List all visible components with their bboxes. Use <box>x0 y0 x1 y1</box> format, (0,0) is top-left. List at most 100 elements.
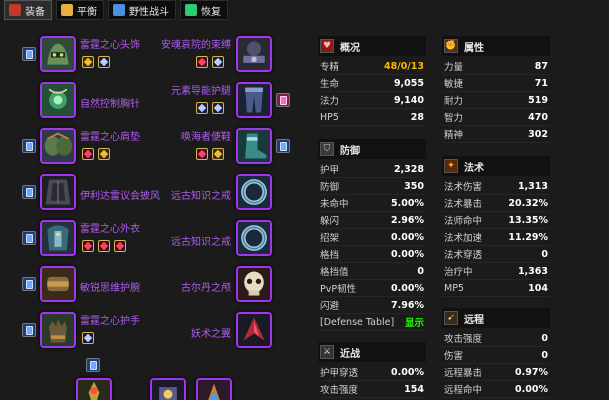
enchant-icon[interactable] <box>22 323 36 337</box>
gem-socket[interactable] <box>196 148 208 160</box>
fist-icon: ✊ <box>444 39 458 53</box>
stat-rows: 专精 48/0/13 生命 9,055 法力 9,140 HP5 28 <box>318 58 426 126</box>
stat-value: 0 <box>417 265 424 277</box>
gear-slot-trinket-1[interactable] <box>236 266 272 302</box>
skull-trinket-icon <box>238 268 270 300</box>
stat-row: 敏捷 71 <box>442 75 550 92</box>
stat-label: 伤害 <box>444 351 464 362</box>
stat-row: 护甲 2,328 <box>318 161 426 178</box>
stat-row: 法力 9,140 <box>318 92 426 109</box>
gem-socket[interactable] <box>82 56 94 68</box>
enchant-icon[interactable] <box>276 139 290 153</box>
stat-label: 躲闪 <box>320 216 340 227</box>
enchant-icon[interactable] <box>86 358 100 372</box>
stat-row: 法术伤害 1,313 <box>442 178 550 195</box>
wing-trinket-icon <box>238 314 270 346</box>
restoration-icon <box>185 4 197 16</box>
gear-name[interactable]: 雷霆之心护手 <box>80 312 140 327</box>
stat-label: 闪避 <box>320 301 340 312</box>
stat-row: 躲闪 2.96% <box>318 212 426 229</box>
gear-name[interactable]: 雷霆之心肩垫 <box>80 128 140 143</box>
gear-slot-neck[interactable] <box>40 82 76 118</box>
stat-row: 法师命中 13.35% <box>442 212 550 229</box>
gem-socket[interactable] <box>196 56 208 68</box>
gear-name[interactable]: 妖术之翼 <box>191 325 231 340</box>
gear-slot-trinket-2[interactable] <box>236 312 272 348</box>
stat-row: 远程命中 0.00% <box>442 381 550 398</box>
gear-name[interactable]: 伊利达雷议会披风 <box>80 187 160 202</box>
gear-name[interactable]: 敏锐思维护腕 <box>80 279 140 294</box>
panel-header: ✦ 法术 <box>442 156 550 176</box>
gem-socket[interactable] <box>98 56 110 68</box>
stat-row: 力量 87 <box>442 58 550 75</box>
gear-name[interactable]: 远古知识之戒 <box>171 233 231 248</box>
tab-restoration[interactable]: 恢复 <box>180 0 228 20</box>
stat-value: 0.00% <box>391 282 424 294</box>
gear-slot-head[interactable] <box>40 36 76 72</box>
helm-icon <box>42 38 74 70</box>
stat-label: 护甲 <box>320 165 340 176</box>
stat-label: 未命中 <box>320 199 349 210</box>
gear-slot-relic[interactable] <box>196 378 232 400</box>
stat-row: 未命中 5.00% <box>318 195 426 212</box>
gear-name[interactable]: 远古知识之戒 <box>171 187 231 202</box>
stat-value: 5.00% <box>391 197 424 209</box>
gear-slot-back[interactable] <box>40 174 76 210</box>
shoulder-icon <box>42 130 74 162</box>
gear-name[interactable]: 元素导能护腿 <box>171 82 231 97</box>
enchant-icon[interactable] <box>22 277 36 291</box>
gear-slot-waist[interactable] <box>236 36 272 72</box>
stat-row: 攻击强度 0 <box>442 330 550 347</box>
enchant-icon[interactable] <box>22 47 36 61</box>
gem-socket[interactable] <box>212 148 224 160</box>
gear-slot-finger-1[interactable] <box>236 174 272 210</box>
gear-slot-feet[interactable] <box>236 128 272 164</box>
gear-slot-chest[interactable] <box>40 220 76 256</box>
gear-name[interactable]: 安魂哀院的束缚 <box>161 36 231 51</box>
gear-name[interactable]: 唤海者便鞋 <box>181 128 231 143</box>
gem-socket[interactable] <box>98 148 110 160</box>
stat-rows: 攻击强度 0 伤害 0 远程暴击 0.97% 远程命中 0.00% <box>442 330 550 398</box>
stat-value: 28 <box>410 111 424 123</box>
gem-socket[interactable] <box>212 56 224 68</box>
gear-slot-finger-2[interactable] <box>236 220 272 256</box>
gear-slot-shoulder[interactable] <box>40 128 76 164</box>
gem-socket[interactable] <box>196 102 208 114</box>
gem-socket[interactable] <box>212 102 224 114</box>
enchant-icon[interactable] <box>276 93 290 107</box>
tab-feral[interactable]: 野性战斗 <box>108 0 176 20</box>
stat-row: 耐力 519 <box>442 92 550 109</box>
stat-label: 敏捷 <box>444 79 464 90</box>
stat-label: 攻击强度 <box>320 385 359 396</box>
gear-name[interactable]: 雷霆之心头饰 <box>80 36 140 51</box>
stat-label: 格挡 <box>320 250 340 261</box>
gem-socket[interactable] <box>82 332 94 344</box>
enchant-icon[interactable] <box>22 185 36 199</box>
gear-name[interactable]: 自然控制胸针 <box>80 95 140 110</box>
gear-slot-off-hand[interactable] <box>150 378 186 400</box>
panel-header: ⛉ 防御 <box>318 139 426 159</box>
gem-socket[interactable] <box>98 240 110 252</box>
gear-slot-legs[interactable] <box>236 82 272 118</box>
tab-balance[interactable]: 平衡 <box>56 0 104 20</box>
tab-equipment[interactable]: 装备 <box>4 0 52 20</box>
gear-name[interactable]: 古尔丹之颅 <box>181 279 231 294</box>
enchant-icon[interactable] <box>22 231 36 245</box>
gem-socket[interactable] <box>114 240 126 252</box>
stat-value: 0.00% <box>391 231 424 243</box>
stat-label: 护甲穿透 <box>320 368 359 379</box>
bow-icon: ➹ <box>444 311 458 325</box>
gear-slot-hands[interactable] <box>40 312 76 348</box>
panel-title: 防御 <box>340 145 360 157</box>
gem-socket[interactable] <box>82 240 94 252</box>
gear-slot-wrist[interactable] <box>40 266 76 302</box>
gear-slot-main-hand[interactable] <box>76 378 112 400</box>
equipment-icon <box>9 4 21 16</box>
defense-table-toggle[interactable]: 显示 <box>405 315 424 329</box>
weapon-icon <box>78 380 110 400</box>
enchant-icon[interactable] <box>22 139 36 153</box>
gear-name[interactable]: 雷霆之心外衣 <box>80 220 140 235</box>
stat-label: 招架 <box>320 233 340 244</box>
gem-socket[interactable] <box>82 148 94 160</box>
panel-ranged: ➹ 远程 攻击强度 0 伤害 0 远程暴击 0.97% 远程命中 0.00% <box>442 308 550 398</box>
